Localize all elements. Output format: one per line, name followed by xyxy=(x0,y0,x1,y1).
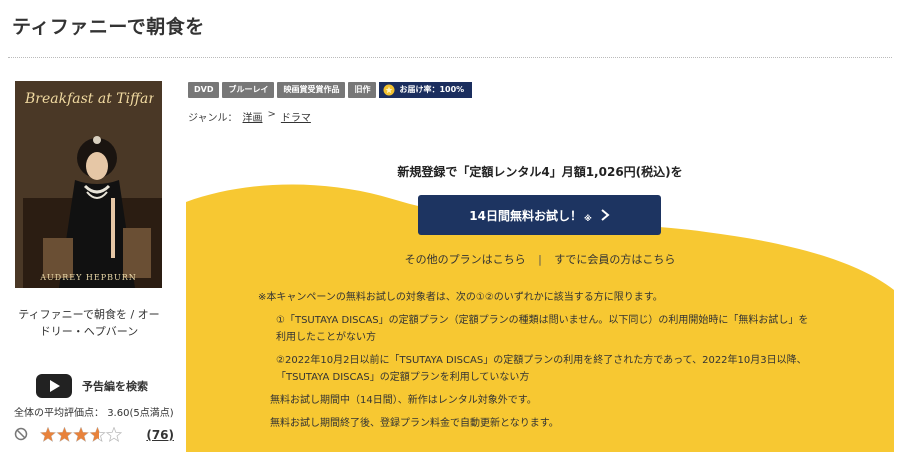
free-trial-label: 14日間無料お試し！ xyxy=(469,208,582,223)
terms-line: 無料お試し期間中（14日間）、新作はレンタル対象外です。 xyxy=(270,395,537,406)
not-interested-icon[interactable] xyxy=(14,426,28,445)
review-count-link[interactable]: (76) xyxy=(146,428,174,442)
link-separator: | xyxy=(538,253,542,266)
star-fill xyxy=(73,427,89,442)
terms-line: ①「TSUTAYA DISCAS」の定額プラン（定額プランの種類は問いません。以… xyxy=(276,315,809,326)
member-login-link[interactable]: すでに会員の方はこちら xyxy=(554,253,675,266)
terms-line: ※本キャンペーンの無料お試しの対象者は、次の①②のいずれかに該当する方に限ります… xyxy=(258,292,663,303)
rating-row: (76) xyxy=(14,426,174,444)
rating-label: 全体の平均評価点： xyxy=(14,408,104,419)
genre-breadcrumb: ジャンル： 洋画 > ドラマ xyxy=(188,109,311,124)
star-rating xyxy=(40,427,122,442)
poster-title: Breakfast at Tiffany's xyxy=(25,91,154,107)
campaign-heading: 新規登録で「定額レンタル4」月額1,026円(税込)を xyxy=(397,165,683,179)
title-divider xyxy=(8,57,892,58)
genre-separator: > xyxy=(267,109,276,120)
campaign-panel: 新規登録で「定額レンタル4」月額1,026円(税込)を 14日間無料お試し！ ※… xyxy=(186,150,894,452)
tag-dvd: DVD xyxy=(188,82,220,98)
terms-line: 「TSUTAYA DISCAS」の定額プランを利用していない方 xyxy=(276,372,530,383)
other-plans-link[interactable]: その他のプランはこちら xyxy=(405,253,526,266)
genre-label: ジャンル： xyxy=(188,113,238,124)
genre-link-drama[interactable]: ドラマ xyxy=(281,109,311,124)
tag-award: 映画賞受賞作品 xyxy=(277,82,346,98)
star-fill xyxy=(40,427,56,442)
plan-links: その他のプランはこちら | すでに会員の方はこちら xyxy=(186,251,894,267)
genre-link-western[interactable]: 洋画 xyxy=(243,109,263,124)
youtube-play-icon xyxy=(36,374,72,398)
product-name: ティファニーで朝食を / オードリー・ヘプバーン xyxy=(18,308,160,338)
delivery-rate-label: お届け率：100% xyxy=(399,85,465,94)
free-trial-note: ※ xyxy=(583,213,592,223)
campaign-terms: ※本キャンペーンの無料お試しの対象者は、次の①②のいずれかに該当する方に限ります… xyxy=(258,289,808,432)
gold-medal-icon xyxy=(383,84,395,96)
rating-value: 3.60(5点満点) xyxy=(107,408,174,419)
star-outline xyxy=(105,427,122,442)
tag-list: DVD ブルーレイ 映画賞受賞作品 旧作 お届け率：100% xyxy=(188,82,473,98)
tag-old-release: 旧作 xyxy=(348,82,377,98)
chevron-right-icon xyxy=(601,209,610,221)
page-title: ティファニーで朝食を xyxy=(12,16,205,38)
terms-line: 無料お試し期間終了後、登録プラン料金で自動更新となります。 xyxy=(270,418,559,429)
star-fill xyxy=(57,427,72,442)
terms-line: 利用したことがない方 xyxy=(276,332,376,343)
delivery-rate-badge: お届け率：100% xyxy=(379,82,473,98)
free-trial-button[interactable]: 14日間無料お試し！ ※ xyxy=(418,195,661,235)
trailer-search-button[interactable]: 予告編を検索 xyxy=(36,373,148,399)
rating-summary: 全体の平均評価点： 3.60(5点満点) xyxy=(14,404,174,419)
tag-bluray: ブルーレイ xyxy=(222,82,275,98)
trailer-label: 予告編を検索 xyxy=(82,380,148,393)
terms-line: ②2022年10月2日以前に「TSUTAYA DISCAS」の定額プランの利用を… xyxy=(276,355,807,366)
poster-credit: AUDREY HEPBURN xyxy=(40,273,137,282)
product-poster[interactable]: Breakfast at Tiffany's AUDREY HEPBURN xyxy=(15,81,162,288)
